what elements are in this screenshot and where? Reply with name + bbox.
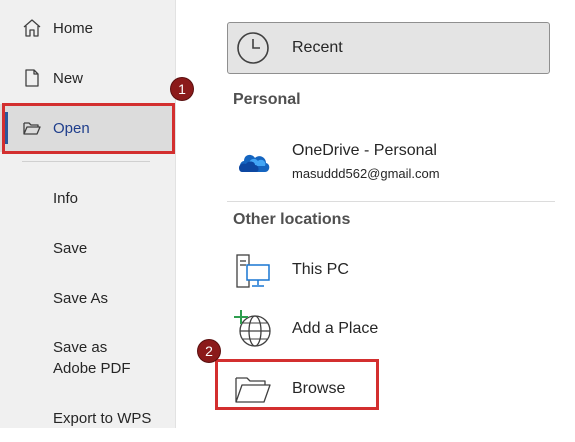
sidebar-item-home[interactable]: Home <box>0 4 175 52</box>
sidebar-item-label: Home <box>53 19 94 37</box>
label-line-2: Adobe PDF <box>53 360 131 377</box>
onedrive-label: OneDrive - Personal <box>292 142 437 159</box>
computer-icon <box>236 254 270 288</box>
step-2-badge: 2 <box>198 340 220 362</box>
sidebar-item-label: Save <box>53 239 88 257</box>
clock-icon <box>237 32 269 64</box>
onedrive-email: masuddd562@gmail.com <box>292 166 440 181</box>
backstage-sidebar: Home New Open Info Save Save As Save as … <box>0 0 176 428</box>
recent-button[interactable]: Recent <box>227 22 550 74</box>
this-pc-item[interactable]: This PC <box>227 243 557 297</box>
new-document-icon <box>25 69 39 87</box>
globe-add-icon <box>234 310 271 347</box>
sidebar-item-save-as-adobe-pdf[interactable]: Save as Adobe PDF <box>0 333 175 387</box>
sidebar-item-label: New <box>53 69 84 87</box>
sidebar-item-info[interactable]: Info <box>0 174 175 222</box>
sidebar-item-label: Info <box>53 189 79 207</box>
label-line-1: Save as <box>53 339 108 356</box>
home-icon <box>23 19 41 37</box>
highlight-browse <box>215 359 379 410</box>
highlight-open <box>2 103 175 154</box>
sidebar-item-new[interactable]: New <box>0 54 175 102</box>
step-1-badge: 1 <box>171 78 193 100</box>
onedrive-personal-item[interactable]: OneDrive - Personal masuddd562@gmail.com <box>227 134 557 188</box>
sidebar-divider <box>22 161 150 162</box>
sidebar-item-label: Export to WPS <box>53 409 152 427</box>
this-pc-label: This PC <box>292 261 349 278</box>
sidebar-item-save-as[interactable]: Save As <box>0 274 175 322</box>
sidebar-item-label: Save as Adobe PDF <box>53 337 131 379</box>
personal-section-title: Personal <box>233 91 301 108</box>
sidebar-item-export-to-wps[interactable]: Export to WPS <box>0 394 175 442</box>
sidebar-item-label: Save As <box>53 289 109 307</box>
onedrive-cloud-icon <box>239 154 270 172</box>
recent-label: Recent <box>292 39 343 56</box>
add-a-place-item[interactable]: Add a Place <box>227 301 557 355</box>
section-divider <box>227 201 555 202</box>
add-a-place-label: Add a Place <box>292 320 379 337</box>
sidebar-item-save[interactable]: Save <box>0 224 175 272</box>
other-locations-section-title: Other locations <box>233 211 351 228</box>
